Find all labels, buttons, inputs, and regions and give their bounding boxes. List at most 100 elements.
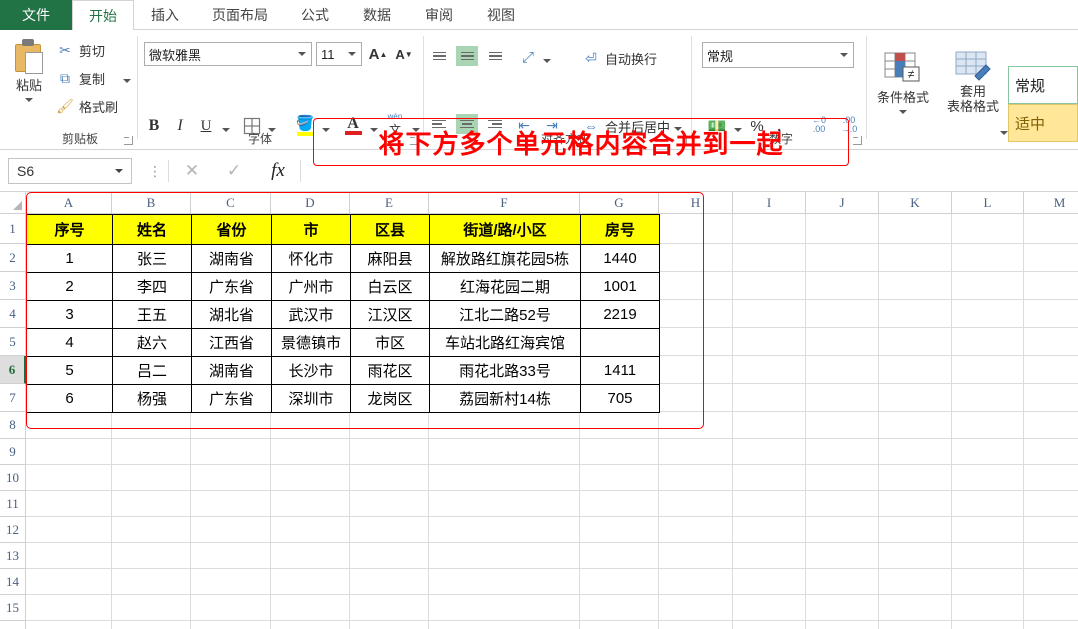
grid-cell[interactable] bbox=[26, 543, 112, 569]
grid-cell[interactable] bbox=[350, 621, 429, 629]
grid-cell[interactable] bbox=[733, 328, 806, 356]
table-header-cell[interactable]: 姓名 bbox=[112, 214, 192, 245]
grid-cell[interactable] bbox=[733, 465, 806, 491]
grid-cell[interactable] bbox=[191, 517, 271, 543]
grid-cell[interactable] bbox=[806, 272, 879, 300]
row-header-8[interactable]: 8 bbox=[0, 412, 26, 439]
grid-cell[interactable] bbox=[659, 465, 733, 491]
grid-cell[interactable] bbox=[1024, 439, 1078, 465]
row-header-10[interactable]: 10 bbox=[0, 465, 26, 491]
ribbon-tab-6[interactable]: 数据 bbox=[346, 0, 408, 30]
table-data-cell[interactable]: 麻阳县 bbox=[350, 244, 430, 273]
grid-cell[interactable] bbox=[879, 439, 952, 465]
column-header-B[interactable]: B bbox=[112, 192, 191, 214]
ribbon-tab-5[interactable]: 公式 bbox=[284, 0, 346, 30]
grid-cell[interactable] bbox=[191, 569, 271, 595]
grid-cell[interactable] bbox=[1024, 412, 1078, 439]
ribbon-tab-8[interactable]: 视图 bbox=[470, 0, 532, 30]
table-data-cell[interactable]: 湖北省 bbox=[191, 300, 272, 329]
grid-cell[interactable] bbox=[429, 439, 580, 465]
grid-cell[interactable] bbox=[952, 356, 1024, 384]
cell-style-normal[interactable]: 常规 bbox=[1008, 66, 1078, 104]
grid-cell[interactable] bbox=[659, 272, 733, 300]
row-header-4[interactable]: 4 bbox=[0, 300, 26, 328]
grid-cell[interactable] bbox=[879, 569, 952, 595]
table-data-cell[interactable]: 广东省 bbox=[191, 272, 272, 301]
grid-cell[interactable] bbox=[271, 621, 350, 629]
table-data-cell[interactable]: 705 bbox=[580, 384, 660, 413]
table-data-cell[interactable]: 红海花园二期 bbox=[429, 272, 581, 301]
name-box[interactable]: S6 bbox=[8, 158, 132, 184]
grid-cell[interactable] bbox=[112, 439, 191, 465]
table-data-cell[interactable]: 赵六 bbox=[112, 328, 192, 357]
grid-cell[interactable] bbox=[26, 569, 112, 595]
grid-cell[interactable] bbox=[806, 384, 879, 412]
grid-cell[interactable] bbox=[733, 491, 806, 517]
format-painter-button[interactable]: 🖌 格式刷 bbox=[54, 94, 118, 118]
row-header-7[interactable]: 7 bbox=[0, 384, 26, 412]
grid-cell[interactable] bbox=[191, 439, 271, 465]
grid-cell[interactable] bbox=[1024, 272, 1078, 300]
format-as-table-caret[interactable] bbox=[1000, 131, 1008, 135]
grid-cell[interactable] bbox=[659, 517, 733, 543]
grid-cell[interactable] bbox=[580, 412, 659, 439]
table-data-cell[interactable]: 张三 bbox=[112, 244, 192, 273]
number-dialog-launcher[interactable] bbox=[853, 136, 862, 145]
table-header-cell[interactable]: 街道/路/小区 bbox=[429, 214, 581, 245]
grid-cell[interactable] bbox=[1024, 300, 1078, 328]
ribbon-tab-3[interactable]: 插入 bbox=[134, 0, 196, 30]
table-data-cell[interactable]: 江汉区 bbox=[350, 300, 430, 329]
grid-cell[interactable] bbox=[733, 517, 806, 543]
grid-cell[interactable] bbox=[1024, 569, 1078, 595]
grid-cell[interactable] bbox=[879, 356, 952, 384]
grid-cell[interactable] bbox=[659, 595, 733, 621]
row-header-16[interactable]: 16 bbox=[0, 621, 26, 629]
grid-cell[interactable] bbox=[350, 543, 429, 569]
table-data-cell[interactable]: 2219 bbox=[580, 300, 660, 329]
insert-function-button[interactable]: fx bbox=[262, 158, 294, 184]
grid-cell[interactable] bbox=[952, 465, 1024, 491]
grid-cell[interactable] bbox=[952, 300, 1024, 328]
grid-cell[interactable] bbox=[806, 517, 879, 543]
grid-cell[interactable] bbox=[112, 595, 191, 621]
align-middle-button[interactable] bbox=[456, 46, 478, 66]
grid-cell[interactable] bbox=[26, 595, 112, 621]
conditional-formatting-caret[interactable] bbox=[899, 109, 907, 114]
table-data-cell[interactable]: 雨花北路33号 bbox=[429, 356, 581, 385]
table-data-cell[interactable]: 湖南省 bbox=[191, 356, 272, 385]
table-data-cell[interactable]: 6 bbox=[26, 384, 113, 413]
grid-cell[interactable] bbox=[952, 384, 1024, 412]
decrease-font-size-button[interactable]: A ▼ bbox=[392, 42, 416, 66]
grid-cell[interactable] bbox=[112, 491, 191, 517]
grid-cell[interactable] bbox=[879, 328, 952, 356]
grid-cell[interactable] bbox=[1024, 543, 1078, 569]
row-header-1[interactable]: 1 bbox=[0, 214, 26, 244]
grid-cell[interactable] bbox=[429, 517, 580, 543]
grid-cell[interactable] bbox=[1024, 214, 1078, 244]
copy-button[interactable]: ⧉ 复制 bbox=[54, 66, 105, 90]
grid-cell[interactable] bbox=[112, 543, 191, 569]
copy-dropdown-caret[interactable] bbox=[123, 79, 131, 83]
grid-cell[interactable] bbox=[350, 439, 429, 465]
grid-cell[interactable] bbox=[429, 569, 580, 595]
table-data-cell[interactable] bbox=[580, 328, 660, 357]
grid-cell[interactable] bbox=[350, 491, 429, 517]
grid-cell[interactable] bbox=[580, 595, 659, 621]
orientation-dropdown-caret[interactable] bbox=[543, 59, 551, 63]
wrap-text-button[interactable]: ⏎ 自动换行 bbox=[580, 46, 657, 70]
grid-cell[interactable] bbox=[952, 491, 1024, 517]
align-bottom-button[interactable] bbox=[484, 46, 506, 66]
ribbon-tab-4[interactable]: 页面布局 bbox=[196, 0, 284, 30]
select-all-corner[interactable] bbox=[0, 192, 26, 214]
column-header-G[interactable]: G bbox=[580, 192, 659, 214]
grid-cell[interactable] bbox=[733, 621, 806, 629]
grid-cell[interactable] bbox=[191, 491, 271, 517]
grid-cell[interactable] bbox=[1024, 244, 1078, 272]
grid-cell[interactable] bbox=[659, 491, 733, 517]
grid-cell[interactable] bbox=[271, 517, 350, 543]
grid-cell[interactable] bbox=[429, 595, 580, 621]
column-header-D[interactable]: D bbox=[271, 192, 350, 214]
column-header-M[interactable]: M bbox=[1024, 192, 1078, 214]
grid-cell[interactable] bbox=[733, 214, 806, 244]
grid-cell[interactable] bbox=[271, 543, 350, 569]
